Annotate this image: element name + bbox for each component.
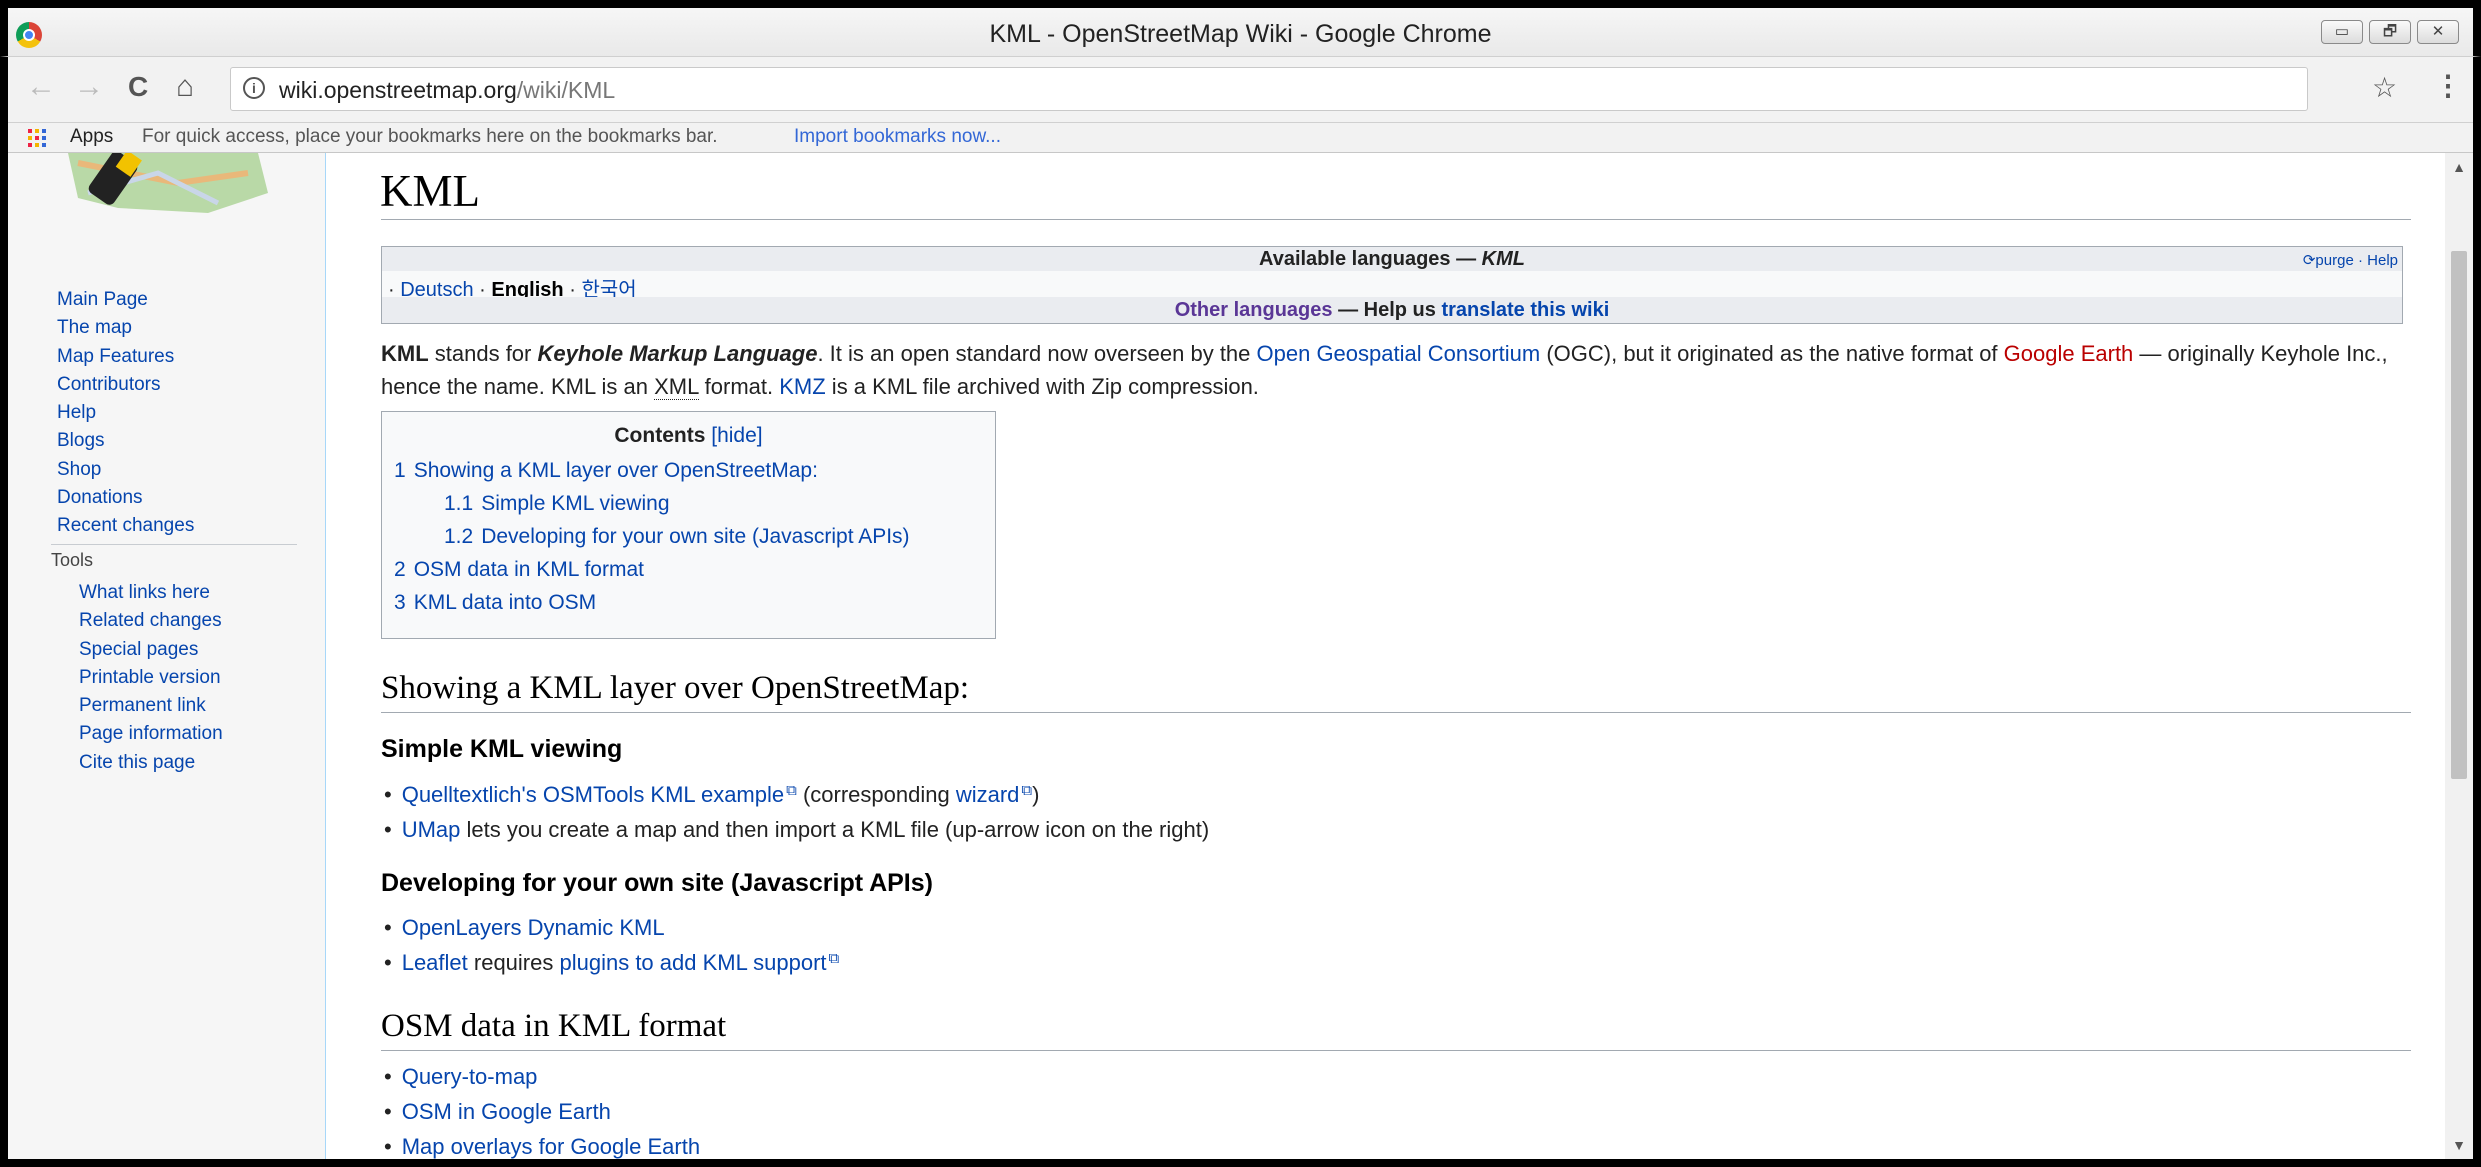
sidebar-item-main-page[interactable]: Main Page — [57, 286, 317, 314]
openlayers-kml-link[interactable]: OpenLayers Dynamic KML — [402, 915, 665, 940]
vertical-scrollbar[interactable]: ▲ ▼ — [2445, 153, 2473, 1159]
xml-abbr: XML — [654, 374, 699, 400]
map-overlays-link[interactable]: Map overlays for Google Earth — [402, 1134, 700, 1159]
query-to-map-link[interactable]: Query-to-map — [402, 1064, 538, 1089]
bookmark-star-icon[interactable]: ☆ — [2372, 71, 2397, 104]
browser-menu-icon[interactable]: ⋮ — [2434, 69, 2462, 102]
sidebar-item-shop[interactable]: Shop — [57, 456, 317, 484]
apps-grid-icon[interactable] — [28, 129, 46, 147]
close-button[interactable]: ✕ — [2417, 20, 2459, 44]
tools-portal: What links here Related changes Special … — [79, 579, 319, 777]
list-item: Map overlays for Google Earth — [384, 1134, 700, 1159]
kml-plugins-link[interactable]: plugins to add KML support — [559, 950, 839, 975]
list-item: UMap lets you create a map and then impo… — [384, 817, 1209, 843]
list-item: Quelltextlich's OSMTools KML example (co… — [384, 782, 1040, 808]
section-heading-osm-data-kml: OSM data in KML format — [381, 1008, 727, 1044]
sidebar-item-special-pages[interactable]: Special pages — [79, 636, 319, 664]
bookmarks-hint: For quick access, place your bookmarks h… — [142, 126, 718, 147]
scrollbar-thumb[interactable] — [2451, 251, 2467, 779]
window-controls: ▭ 🗗 ✕ — [2321, 20, 2459, 44]
section-heading-showing-kml: Showing a KML layer over OpenStreetMap: — [381, 670, 970, 706]
toc-item[interactable]: 1 Showing a KML layer over OpenStreetMap: — [394, 459, 818, 483]
sidebar-item-map-features[interactable]: Map Features — [57, 343, 317, 371]
sidebar-item-blogs[interactable]: Blogs — [57, 427, 317, 455]
sidebar-item-recent-changes[interactable]: Recent changes — [57, 512, 317, 540]
other-languages-link[interactable]: Other languages — [1175, 299, 1333, 321]
google-earth-link[interactable]: Google Earth — [2004, 341, 2134, 366]
toc-item[interactable]: 2 OSM data in KML format — [394, 558, 644, 582]
kmz-link[interactable]: KMZ — [779, 374, 825, 399]
main-content: KML Available languages — KML ⟳purge · H… — [325, 153, 2445, 1159]
subsection-heading-javascript-apis: Developing for your own site (Javascript… — [381, 869, 933, 897]
scroll-down-arrow-icon[interactable]: ▼ — [2445, 1131, 2473, 1159]
sidebar-item-what-links-here[interactable]: What links here — [79, 579, 319, 607]
purge-link[interactable]: purge — [2315, 252, 2353, 269]
other-languages-row: Other languages — Help us translate this… — [382, 297, 2402, 323]
sidebar-item-cite-this-page[interactable]: Cite this page — [79, 749, 319, 777]
sidebar-item-page-information[interactable]: Page information — [79, 720, 319, 748]
section-divider — [381, 1050, 2411, 1051]
reload-icon[interactable]: C — [128, 71, 148, 103]
browser-toolbar: ← → C ⌂ i wiki.openstreetmap.org/wiki/KM… — [8, 57, 2473, 123]
help-link[interactable]: Help — [2367, 252, 2398, 269]
list-item: OSM in Google Earth — [384, 1099, 611, 1125]
forward-arrow-icon[interactable]: → — [74, 71, 104, 103]
subsection-heading-simple-kml: Simple KML viewing — [381, 735, 623, 763]
languages-box: Available languages — KML ⟳purge · Help … — [381, 246, 2403, 324]
leaflet-link[interactable]: Leaflet — [402, 950, 468, 975]
wiki-logo-icon[interactable] — [58, 153, 278, 223]
minimize-button[interactable]: ▭ — [2321, 20, 2363, 44]
sidebar-divider — [51, 544, 297, 545]
window-titlebar: KML - OpenStreetMap Wiki - Google Chrome… — [0, 0, 2481, 57]
navigation-portal: Main Page The map Map Features Contribut… — [57, 286, 317, 541]
info-icon[interactable]: i — [243, 77, 265, 99]
page-viewport: Main Page The map Map Features Contribut… — [8, 153, 2445, 1159]
languages-heading: Available languages — KML ⟳purge · Help — [382, 247, 2402, 271]
intro-paragraph: KML stands for Keyhole Markup Language. … — [381, 341, 2388, 400]
section-divider — [381, 712, 2411, 713]
toc-item[interactable]: 3 KML data into OSM — [394, 591, 596, 615]
import-bookmarks-link[interactable]: Import bookmarks now... — [794, 126, 1001, 148]
tools-heading: Tools — [51, 550, 94, 570]
toc-hide-link[interactable]: [hide] — [711, 424, 762, 447]
purge-help-links: ⟳purge · Help — [2302, 252, 2398, 269]
sidebar-item-permanent-link[interactable]: Permanent link — [79, 692, 319, 720]
apps-link[interactable]: Apps — [70, 126, 113, 148]
list-item: Leaflet requires plugins to add KML supp… — [384, 950, 840, 976]
translate-wiki-link[interactable]: translate this wiki — [1441, 299, 1609, 321]
maximize-button[interactable]: 🗗 — [2369, 20, 2411, 44]
address-bar[interactable]: i wiki.openstreetmap.org/wiki/KML — [230, 67, 2308, 111]
sidebar-item-help[interactable]: Help — [57, 399, 317, 427]
title-divider — [381, 219, 2411, 220]
sidebar-item-the-map[interactable]: The map — [57, 314, 317, 342]
sidebar-item-donations[interactable]: Donations — [57, 484, 317, 512]
sidebar: Main Page The map Map Features Contribut… — [8, 153, 325, 1159]
osmtools-kml-link[interactable]: Quelltextlich's OSMTools KML example — [402, 782, 797, 807]
ogc-link[interactable]: Open Geospatial Consortium — [1257, 341, 1541, 366]
back-arrow-icon[interactable]: ← — [26, 71, 56, 103]
url-text[interactable]: wiki.openstreetmap.org/wiki/KML — [279, 77, 615, 104]
bookmarks-bar: Apps For quick access, place your bookma… — [8, 123, 2473, 153]
page-title: KML — [380, 166, 480, 216]
list-item: Query-to-map — [384, 1064, 538, 1090]
wizard-link[interactable]: wizard — [956, 782, 1032, 807]
home-icon[interactable]: ⌂ — [176, 71, 194, 103]
refresh-icon[interactable]: ⟳ — [2303, 252, 2316, 269]
window-title: KML - OpenStreetMap Wiki - Google Chrome — [989, 20, 1492, 48]
list-item: OpenLayers Dynamic KML — [384, 915, 665, 941]
scroll-up-arrow-icon[interactable]: ▲ — [2445, 153, 2473, 181]
table-of-contents: Contents [hide] 1 Showing a KML layer ove… — [381, 411, 996, 639]
osm-in-google-earth-link[interactable]: OSM in Google Earth — [402, 1099, 611, 1124]
sidebar-item-related-changes[interactable]: Related changes — [79, 607, 319, 635]
sidebar-item-printable-version[interactable]: Printable version — [79, 664, 319, 692]
toc-item[interactable]: 1.2 Developing for your own site (Javascr… — [444, 525, 910, 549]
toc-title: Contents [hide] — [614, 424, 763, 447]
umap-link[interactable]: UMap — [402, 817, 461, 842]
sidebar-item-contributors[interactable]: Contributors — [57, 371, 317, 399]
toc-item[interactable]: 1.1 Simple KML viewing — [444, 492, 670, 516]
